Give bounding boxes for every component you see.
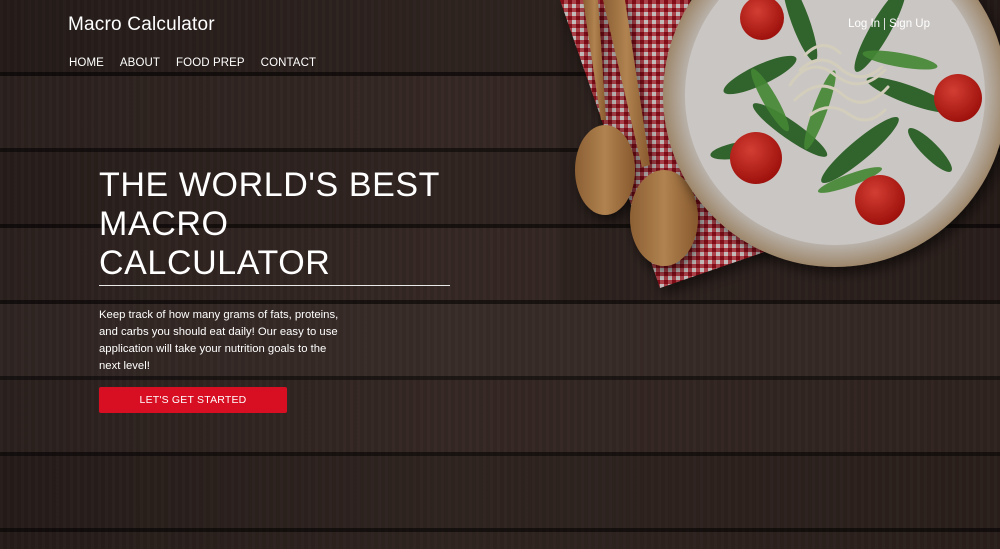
get-started-button[interactable]: LET'S GET STARTED	[99, 387, 287, 413]
hero-title-line: MACRO	[99, 205, 229, 243]
hero-title: THE WORLD'S BEST MACRO CALCULATOR	[99, 166, 459, 283]
nav-contact[interactable]: CONTACT	[261, 57, 316, 69]
main-nav: HOME ABOUT FOOD PREP CONTACT	[69, 57, 316, 69]
hero-description: Keep track of how many grams of fats, pr…	[99, 309, 339, 372]
nav-home[interactable]: HOME	[69, 57, 104, 69]
nav-food-prep[interactable]: FOOD PREP	[176, 57, 245, 69]
auth-links: Log In Sign Up	[848, 18, 930, 30]
signup-link[interactable]: Sign Up	[889, 18, 930, 30]
hero-title-line: THE WORLD'S BEST	[99, 166, 441, 204]
auth-divider	[884, 18, 886, 30]
hero-divider	[99, 285, 450, 286]
login-link[interactable]: Log In	[848, 18, 880, 30]
nav-about[interactable]: ABOUT	[120, 57, 160, 69]
hero-title-line: CALCULATOR	[99, 244, 331, 282]
brand-logo[interactable]: Macro Calculator	[68, 14, 215, 36]
